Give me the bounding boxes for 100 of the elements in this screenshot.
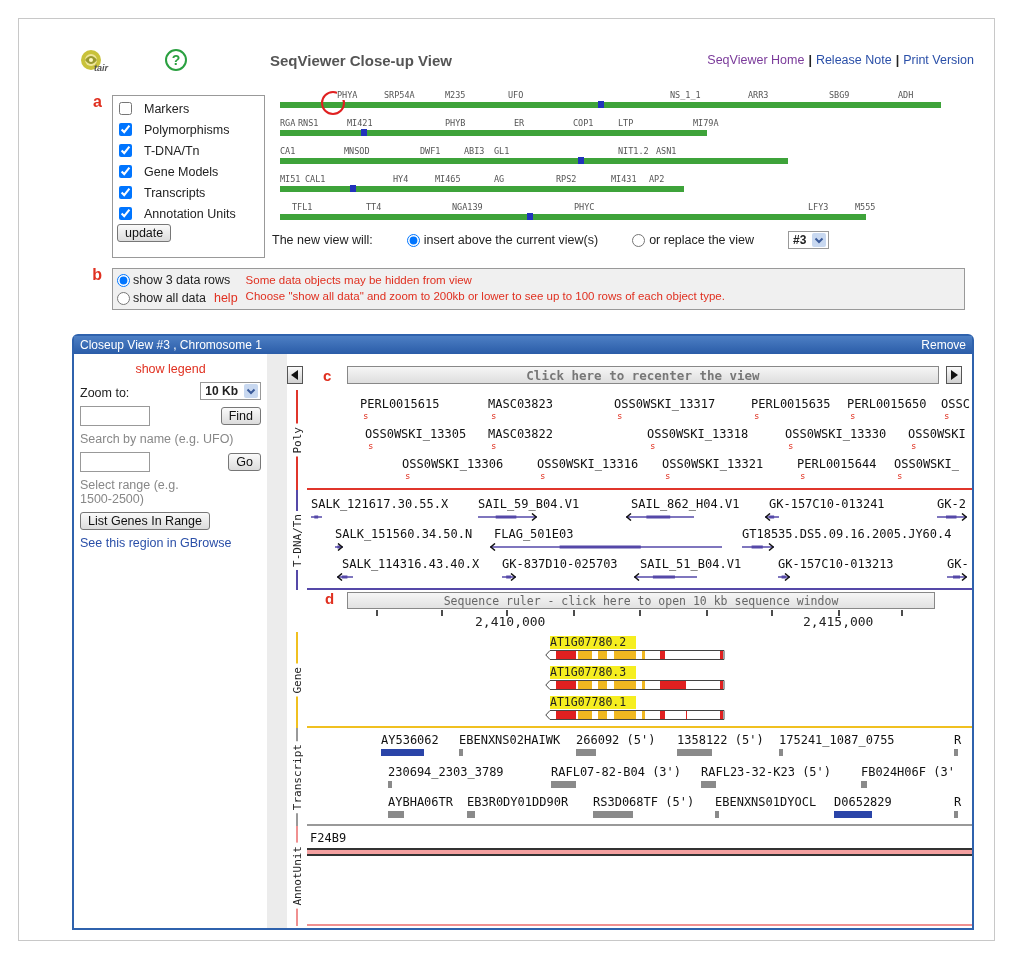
feature-label[interactable]: OSS0WSKI_13318 [647, 428, 749, 441]
feature-label[interactable]: OSS0WSKI_13317 [614, 398, 716, 411]
view-radio[interactable] [406, 233, 420, 247]
insertion-arrow[interactable] [311, 513, 322, 521]
nav-link[interactable]: Print Version [903, 53, 974, 67]
nav-link[interactable]: SeqViewer Home [707, 53, 805, 67]
marker-label[interactable]: MI465 [435, 174, 461, 184]
feature-label[interactable]: EB3R0DY01DD90R [467, 796, 569, 809]
marker-label[interactable]: RNS1 [298, 118, 319, 128]
rows-radio[interactable] [117, 291, 130, 305]
marker-label[interactable]: RGA [280, 118, 296, 128]
snp-symbol[interactable]: s [665, 472, 671, 481]
update-button[interactable]: update [117, 224, 172, 242]
snp-symbol[interactable]: s [800, 472, 806, 481]
sequence-ruler-bar[interactable]: Sequence ruler - click here to open 10 kb sequence window [347, 592, 935, 609]
feature-label[interactable]: OSS0WSKI [908, 428, 966, 441]
snp-symbol[interactable]: s [491, 442, 497, 451]
marker-label[interactable]: ASN1 [656, 146, 677, 156]
snp-symbol[interactable]: s [540, 472, 546, 481]
gene-label[interactable]: AT1G07780.2 [550, 636, 636, 649]
snp-symbol[interactable]: s [491, 412, 497, 421]
insertion-arrow[interactable] [947, 573, 967, 581]
snp-symbol[interactable]: s [405, 472, 411, 481]
scroll-left-button[interactable] [287, 366, 303, 384]
marker-label[interactable]: TFL1 [292, 202, 313, 212]
feature-label[interactable]: 175241_1087_0755 [779, 734, 895, 747]
feature-label[interactable]: FLAG_501E03 [494, 528, 574, 541]
marker-label[interactable]: SRP54A [384, 90, 415, 100]
feature-label[interactable]: SALK_151560.34.50.N [335, 528, 473, 541]
find-button[interactable]: Find [220, 407, 261, 425]
marker-label[interactable]: UFO [508, 90, 524, 100]
feature-label[interactable]: 230694_2303_3789 [388, 766, 504, 779]
feature-label[interactable]: SALK_114316.43.40.X [342, 558, 480, 571]
insertion-arrow[interactable] [335, 543, 343, 551]
feature-label[interactable]: AYBHA06TR [388, 796, 454, 809]
gene-model-drawing[interactable] [545, 649, 725, 661]
snp-symbol[interactable]: s [911, 442, 917, 451]
feature-label[interactable]: PERL0015615 [360, 398, 440, 411]
insertion-arrow[interactable] [742, 543, 774, 551]
feature-label[interactable]: R [954, 796, 962, 809]
marker-label[interactable]: ER [514, 118, 525, 128]
feature-label[interactable]: PERL0015635 [751, 398, 831, 411]
remove-link[interactable]: Remove [921, 338, 966, 352]
feature-label[interactable]: GT18535.DS5.09.16.2005.JY60.4 [742, 528, 952, 541]
feature-label[interactable]: OSS0WSKI_13316 [537, 458, 639, 471]
layer-checkbox[interactable] [119, 144, 132, 157]
marker-label[interactable]: ADH [898, 90, 914, 100]
insertion-arrow[interactable] [778, 573, 790, 581]
annotation-bar[interactable] [307, 848, 972, 856]
marker-label[interactable]: CA1 [280, 146, 296, 156]
search-field[interactable] [80, 406, 150, 426]
insertion-arrow[interactable] [337, 573, 353, 581]
feature-label[interactable]: OSS0WSKI_13330 [785, 428, 887, 441]
marker-label[interactable]: ABI3 [464, 146, 485, 156]
snp-symbol[interactable]: s [363, 412, 369, 421]
feature-label[interactable]: EBENXNS02HAIWK [459, 734, 561, 747]
feature-label[interactable]: MASC03823 [488, 398, 554, 411]
feature-label[interactable]: 1358122 (5') [677, 734, 764, 747]
snp-symbol[interactable]: s [788, 442, 794, 451]
marker-label[interactable]: PHYA [337, 90, 358, 100]
feature-label[interactable]: GK- [947, 558, 969, 571]
marker-label[interactable]: CAL1 [305, 174, 326, 184]
gene-label[interactable]: AT1G07780.1 [550, 696, 636, 709]
go-button[interactable]: Go [228, 453, 261, 471]
nav-link[interactable]: Release Note [815, 53, 892, 67]
view-radio[interactable] [632, 233, 646, 247]
marker-label[interactable]: MI79A [693, 118, 719, 128]
insertion-arrow[interactable] [478, 513, 537, 521]
feature-label[interactable]: PERL0015644 [797, 458, 877, 471]
list-genes-button[interactable]: List Genes In Range [80, 512, 210, 530]
marker-label[interactable]: DWF1 [420, 146, 441, 156]
gene-model-drawing[interactable] [545, 679, 725, 691]
marker-label[interactable]: NGA139 [452, 202, 483, 212]
feature-label[interactable]: GK-157C10-013213 [778, 558, 894, 571]
marker-label[interactable]: TT4 [366, 202, 382, 212]
gbrowse-link[interactable]: See this region in GBrowse [80, 536, 261, 550]
snp-symbol[interactable]: s [944, 412, 950, 421]
marker-label[interactable]: MI51 [280, 174, 301, 184]
feature-label[interactable]: SALK_121617.30.55.X [311, 498, 449, 511]
marker-label[interactable]: ARR3 [748, 90, 769, 100]
marker-label[interactable]: PHYB [445, 118, 466, 128]
feature-label[interactable]: AY536062 [381, 734, 439, 747]
feature-label[interactable]: GK-837D10-025703 [502, 558, 618, 571]
gene-label[interactable]: AT1G07780.3 [550, 666, 636, 679]
marker-label[interactable]: LFY3 [808, 202, 829, 212]
recenter-bar[interactable]: Click here to recenter the view [347, 366, 939, 384]
feature-label[interactable]: OSSC [941, 398, 970, 411]
marker-label[interactable]: AG [494, 174, 505, 184]
layer-checkbox[interactable] [119, 123, 132, 136]
marker-label[interactable]: SBG9 [829, 90, 850, 100]
rows-radio[interactable] [117, 273, 130, 287]
snp-symbol[interactable]: s [650, 442, 656, 451]
feature-label[interactable]: OSS0WSKI_13306 [402, 458, 504, 471]
feature-label[interactable]: OSS0WSKI_ [894, 458, 960, 471]
marker-label[interactable]: MI431 [611, 174, 637, 184]
marker-label[interactable]: LTP [618, 118, 634, 128]
insertion-arrow[interactable] [937, 513, 967, 521]
marker-label[interactable]: MI421 [347, 118, 373, 128]
feature-label[interactable]: OSS0WSKI_13305 [365, 428, 467, 441]
insertion-arrow[interactable] [626, 513, 694, 521]
